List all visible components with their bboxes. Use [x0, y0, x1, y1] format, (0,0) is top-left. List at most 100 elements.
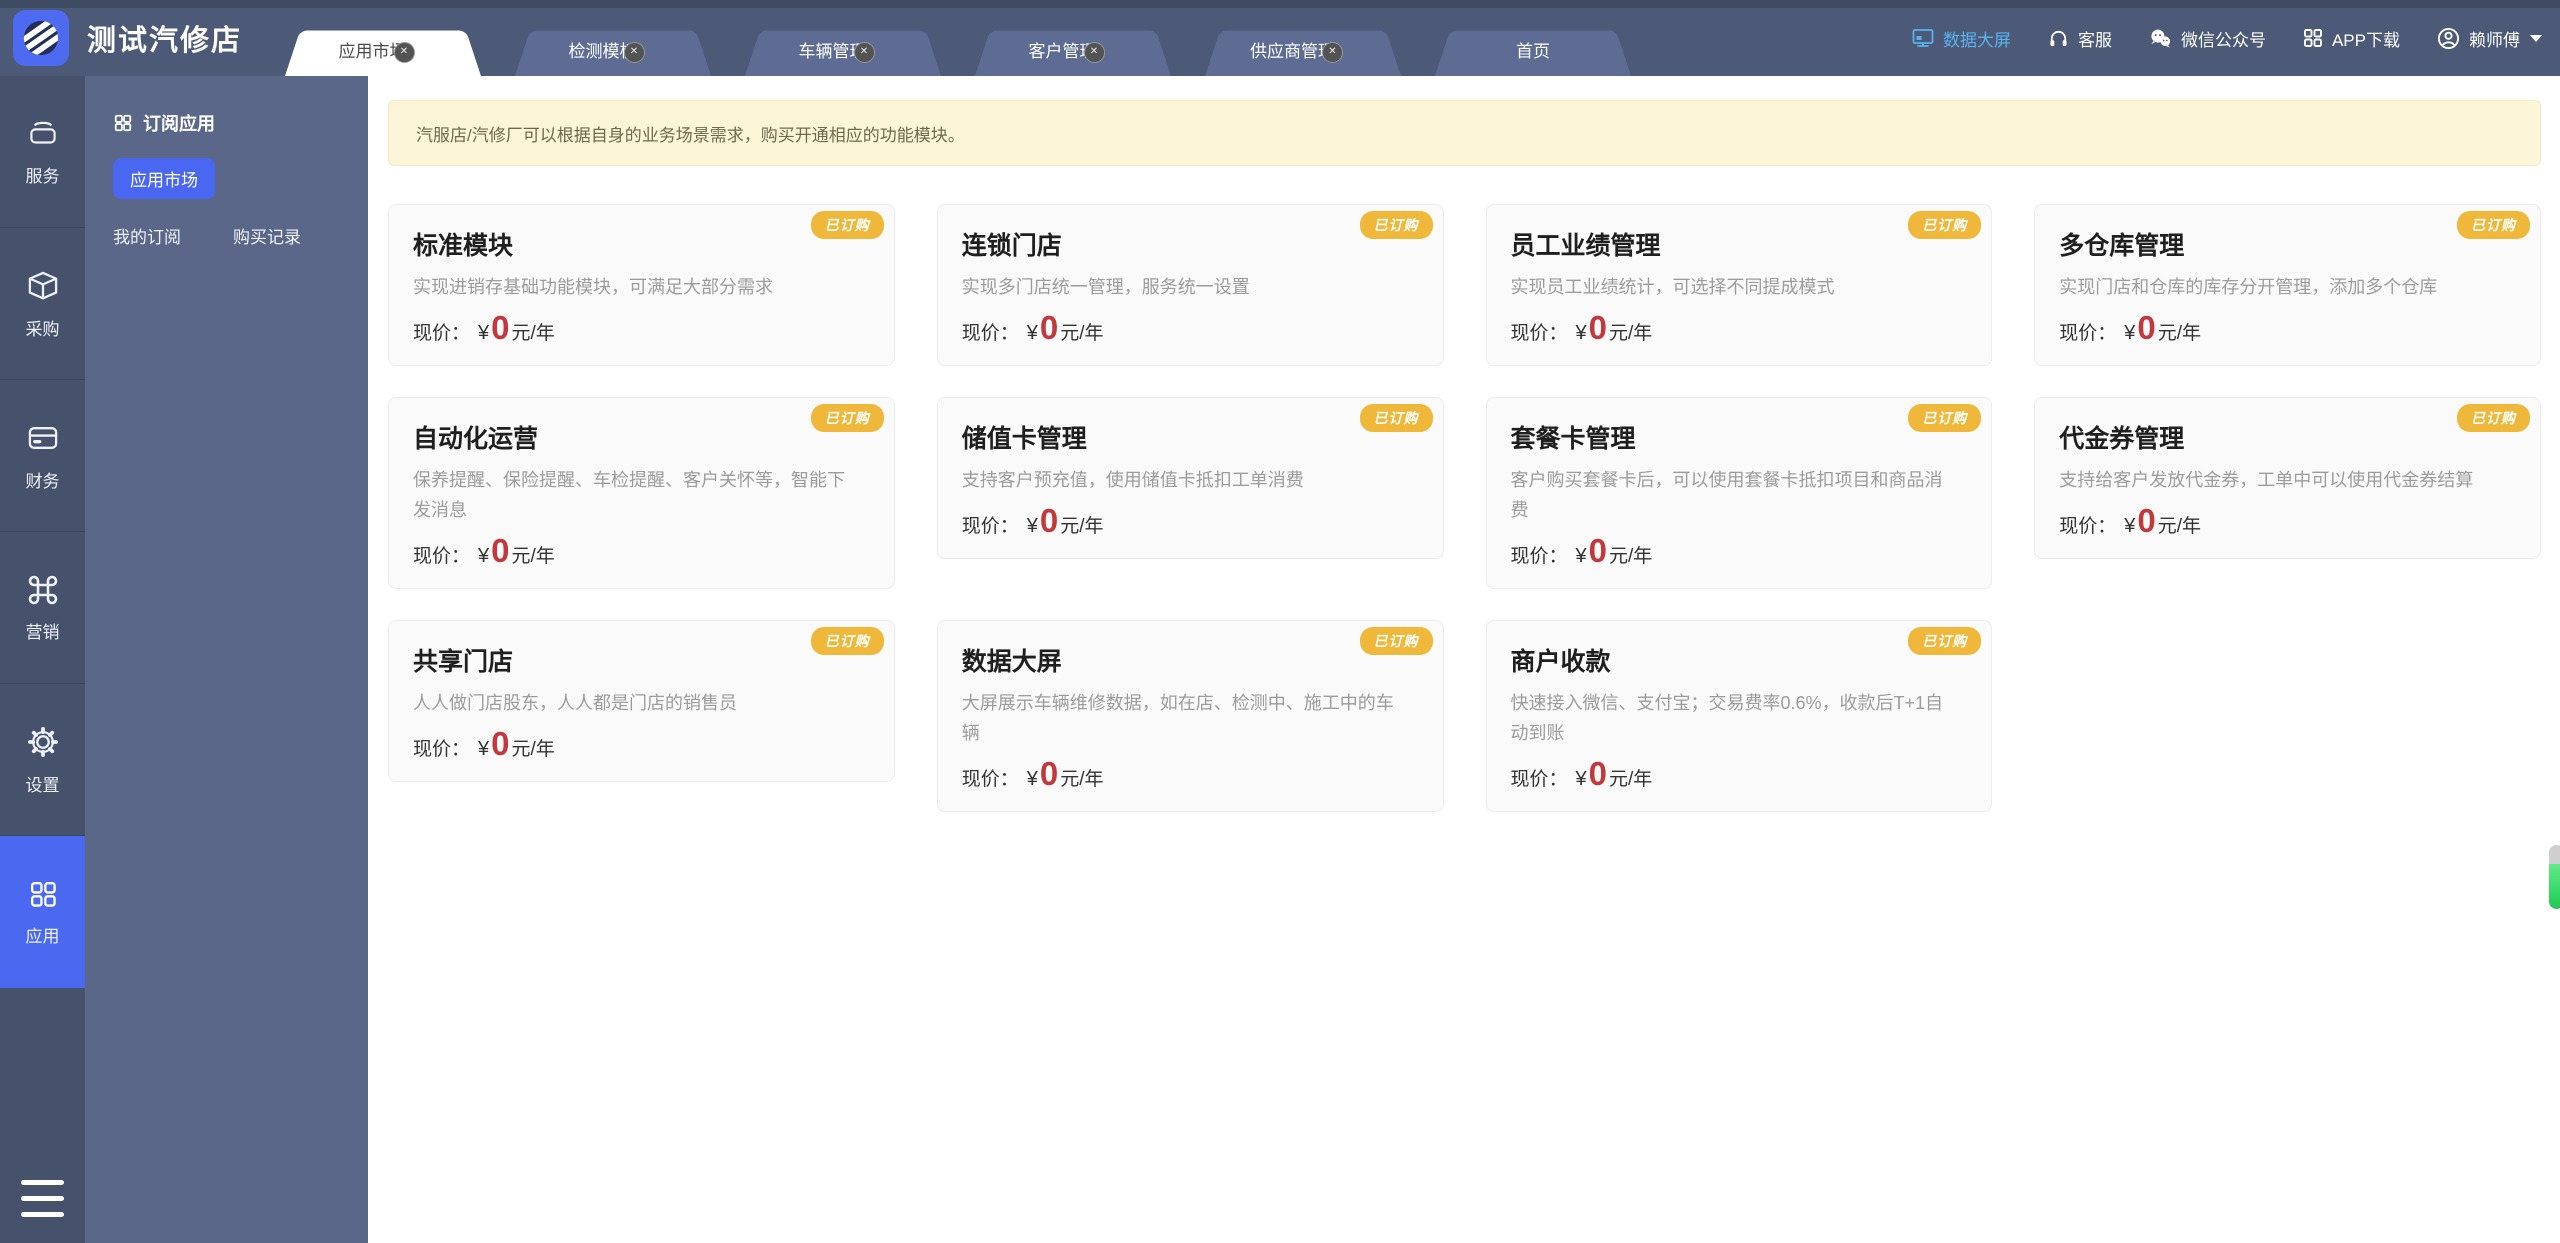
currency-symbol: ¥ [1026, 515, 1038, 537]
user-icon [2437, 27, 2460, 49]
subscribed-badge: 已订购 [810, 404, 884, 432]
price-amount: 0 [1039, 755, 1059, 792]
price-label: 现价： [1510, 323, 1568, 344]
subscribed-badge: 已订购 [2457, 211, 2530, 239]
tab-vehicle-management[interactable]: 车辆管理 ✕ [745, 22, 941, 76]
headset-icon [2050, 30, 2067, 46]
menu-toggle-button[interactable] [0, 1180, 85, 1217]
price-unit: 元/年 [1609, 546, 1653, 567]
subscribed-badge: 已订购 [1908, 211, 1982, 239]
module-price: 现价： ¥ 0 元/年 [2059, 311, 2516, 345]
module-title: 数据大屏 [961, 648, 1062, 676]
tab-inspection-template[interactable]: 检测模板 ✕ [515, 22, 711, 76]
currency-symbol: ¥ [2124, 515, 2136, 537]
price-label: 现价： [2059, 323, 2117, 344]
module-card[interactable]: 已订购 商户收款 快速接入微信、支付宝；交易费率0.6%，收款后T+1自动到账 … [1485, 620, 1993, 812]
module-price: 现价： ¥ 0 元/年 [2059, 504, 2516, 538]
currency-symbol: ¥ [1575, 768, 1587, 790]
sidebar-item-service[interactable]: 服务 [0, 76, 85, 228]
close-icon[interactable]: ✕ [1083, 41, 1105, 63]
price-label: 现价： [1510, 769, 1568, 790]
price-amount: 0 [1588, 755, 1607, 792]
tab-supplier-management[interactable]: 供应商管理 ✕ [1205, 22, 1401, 76]
sidebar-item-purchase[interactable]: 采购 [0, 228, 85, 380]
module-card[interactable]: 已订购 储值卡管理 支持客户预充值，使用储值卡抵扣工单消费 现价： ¥ 0 元/… [936, 397, 1444, 559]
marketing-command-icon [28, 575, 57, 604]
price-label: 现价： [413, 546, 471, 567]
purchase-box-icon [28, 271, 57, 299]
header-actions: 数据大屏 客服 微信公众号 APP下载 赖师傅 [1911, 26, 2542, 51]
close-icon[interactable]: ✕ [393, 41, 415, 63]
sidebar-item-purchase-records[interactable]: 购买记录 [233, 223, 301, 248]
price-unit: 元/年 [1060, 323, 1104, 344]
secondary-sidebar: 订阅应用 应用市场 我的订阅 购买记录 [85, 76, 368, 1243]
module-card[interactable]: 已订购 套餐卡管理 客户购买套餐卡后，可以使用套餐卡抵扣项目和商品消费 现价： … [1485, 397, 1993, 589]
module-card-grid: 已订购 标准模块 实现进销存基础功能模块，可满足大部分需求 现价： ¥ 0 元/… [388, 204, 2541, 812]
sidebar-item-app-market[interactable]: 应用市场 [113, 158, 215, 199]
app-download-button[interactable]: APP下载 [2302, 26, 2400, 51]
settings-gear-icon [27, 726, 58, 757]
shop-title: 测试汽修店 [87, 25, 243, 57]
sidebar-item-label: 财务 [25, 471, 60, 491]
customer-service-button[interactable]: 客服 [2047, 26, 2112, 51]
main-content: 汽服店/汽修厂可以根据自身的业务场景需求，购买开通相应的功能模块。 已订购 标准… [368, 76, 2560, 1243]
price-unit: 元/年 [1609, 323, 1653, 344]
subscribed-badge: 已订购 [810, 627, 884, 655]
app-shell: 服务 采购 财务 营销 设置 应用 订阅应用 应用市场 我的订阅 购买记录 汽服… [0, 76, 2560, 1243]
price-unit: 元/年 [1060, 516, 1104, 537]
module-price: 现价： ¥ 0 元/年 [1511, 534, 1968, 568]
module-description: 实现门店和仓库的库存分开管理，添加多个仓库 [2059, 277, 2438, 297]
module-card[interactable]: 已订购 多仓库管理 实现门店和仓库的库存分开管理，添加多个仓库 现价： ¥ 0 … [2034, 204, 2541, 366]
module-price: 现价： ¥ 0 元/年 [1511, 757, 1968, 791]
price-label: 现价： [961, 769, 1019, 790]
price-label: 现价： [1510, 546, 1568, 567]
sidebar-item-my-subscriptions[interactable]: 我的订阅 [113, 223, 181, 248]
close-icon[interactable]: ✕ [1322, 41, 1343, 63]
sidebar-item-finance[interactable]: 财务 [0, 380, 85, 532]
price-unit: 元/年 [511, 739, 555, 760]
tab-home[interactable]: 首页 [1435, 22, 1631, 76]
currency-symbol: ¥ [1026, 322, 1038, 344]
subscribed-badge: 已订购 [2457, 404, 2530, 432]
grid-icon [2304, 29, 2322, 47]
module-description: 实现多门店统一管理，服务统一设置 [961, 277, 1250, 297]
sidebar-item-marketing[interactable]: 营销 [0, 532, 85, 684]
module-card[interactable]: 已订购 自动化运营 保养提醒、保险提醒、车检提醒、客户关怀等，智能下发消息 现价… [388, 397, 895, 589]
module-card[interactable]: 已订购 标准模块 实现进销存基础功能模块，可满足大部分需求 现价： ¥ 0 元/… [388, 204, 895, 366]
price-amount: 0 [1588, 309, 1607, 346]
price-unit: 元/年 [2157, 516, 2202, 537]
module-description: 实现员工业绩统计，可选择不同提成模式 [1510, 277, 1835, 297]
module-title: 多仓库管理 [2059, 232, 2185, 260]
price-label: 现价： [961, 323, 1019, 344]
module-title: 连锁门店 [961, 232, 1062, 260]
module-card[interactable]: 已订购 连锁门店 实现多门店统一管理，服务统一设置 现价： ¥ 0 元/年 [936, 204, 1444, 366]
scrollbar-thumb[interactable] [2549, 845, 2560, 909]
sidebar-section-title: 订阅应用 [113, 110, 350, 136]
sidebar-item-label: 应用 [25, 926, 60, 946]
currency-symbol: ¥ [1575, 322, 1587, 344]
service-icon [29, 121, 56, 144]
user-menu[interactable]: 赖师傅 [2436, 26, 2542, 51]
currency-symbol: ¥ [478, 545, 490, 567]
price-amount: 0 [491, 725, 510, 762]
wechat-official-button[interactable]: 微信公众号 [2148, 26, 2266, 51]
tab-customer-management[interactable]: 客户管理 ✕ [975, 22, 1171, 76]
tab-app-market[interactable]: 应用市场 ✕ [285, 22, 481, 76]
price-amount: 0 [2137, 502, 2156, 539]
price-label: 现价： [2059, 516, 2117, 537]
module-card[interactable]: 已订购 员工业绩管理 实现员工业绩统计，可选择不同提成模式 现价： ¥ 0 元/… [1485, 204, 1993, 366]
module-price: 现价： ¥ 0 元/年 [1511, 311, 1968, 345]
data-screen-button[interactable]: 数据大屏 [1911, 26, 2011, 51]
sidebar-item-settings[interactable]: 设置 [0, 684, 85, 836]
sidebar-item-label: 服务 [25, 166, 60, 186]
close-icon[interactable]: ✕ [853, 41, 875, 63]
close-icon[interactable]: ✕ [623, 41, 645, 63]
currency-symbol: ¥ [478, 322, 490, 344]
module-card[interactable]: 已订购 代金券管理 支持给客户发放代金券，工单中可以使用代金券结算 现价： ¥ … [2034, 397, 2541, 559]
module-title: 自动化运营 [413, 425, 539, 453]
sidebar-item-apps[interactable]: 应用 [0, 836, 85, 988]
module-card[interactable]: 已订购 共享门店 人人做门店股东，人人都是门店的销售员 现价： ¥ 0 元/年 [388, 620, 895, 782]
module-card[interactable]: 已订购 数据大屏 大屏展示车辆维修数据，如在店、检测中、施工中的车辆 现价： ¥… [936, 620, 1444, 812]
module-price: 现价： ¥ 0 元/年 [413, 727, 870, 761]
module-price: 现价： ¥ 0 元/年 [962, 311, 1419, 345]
